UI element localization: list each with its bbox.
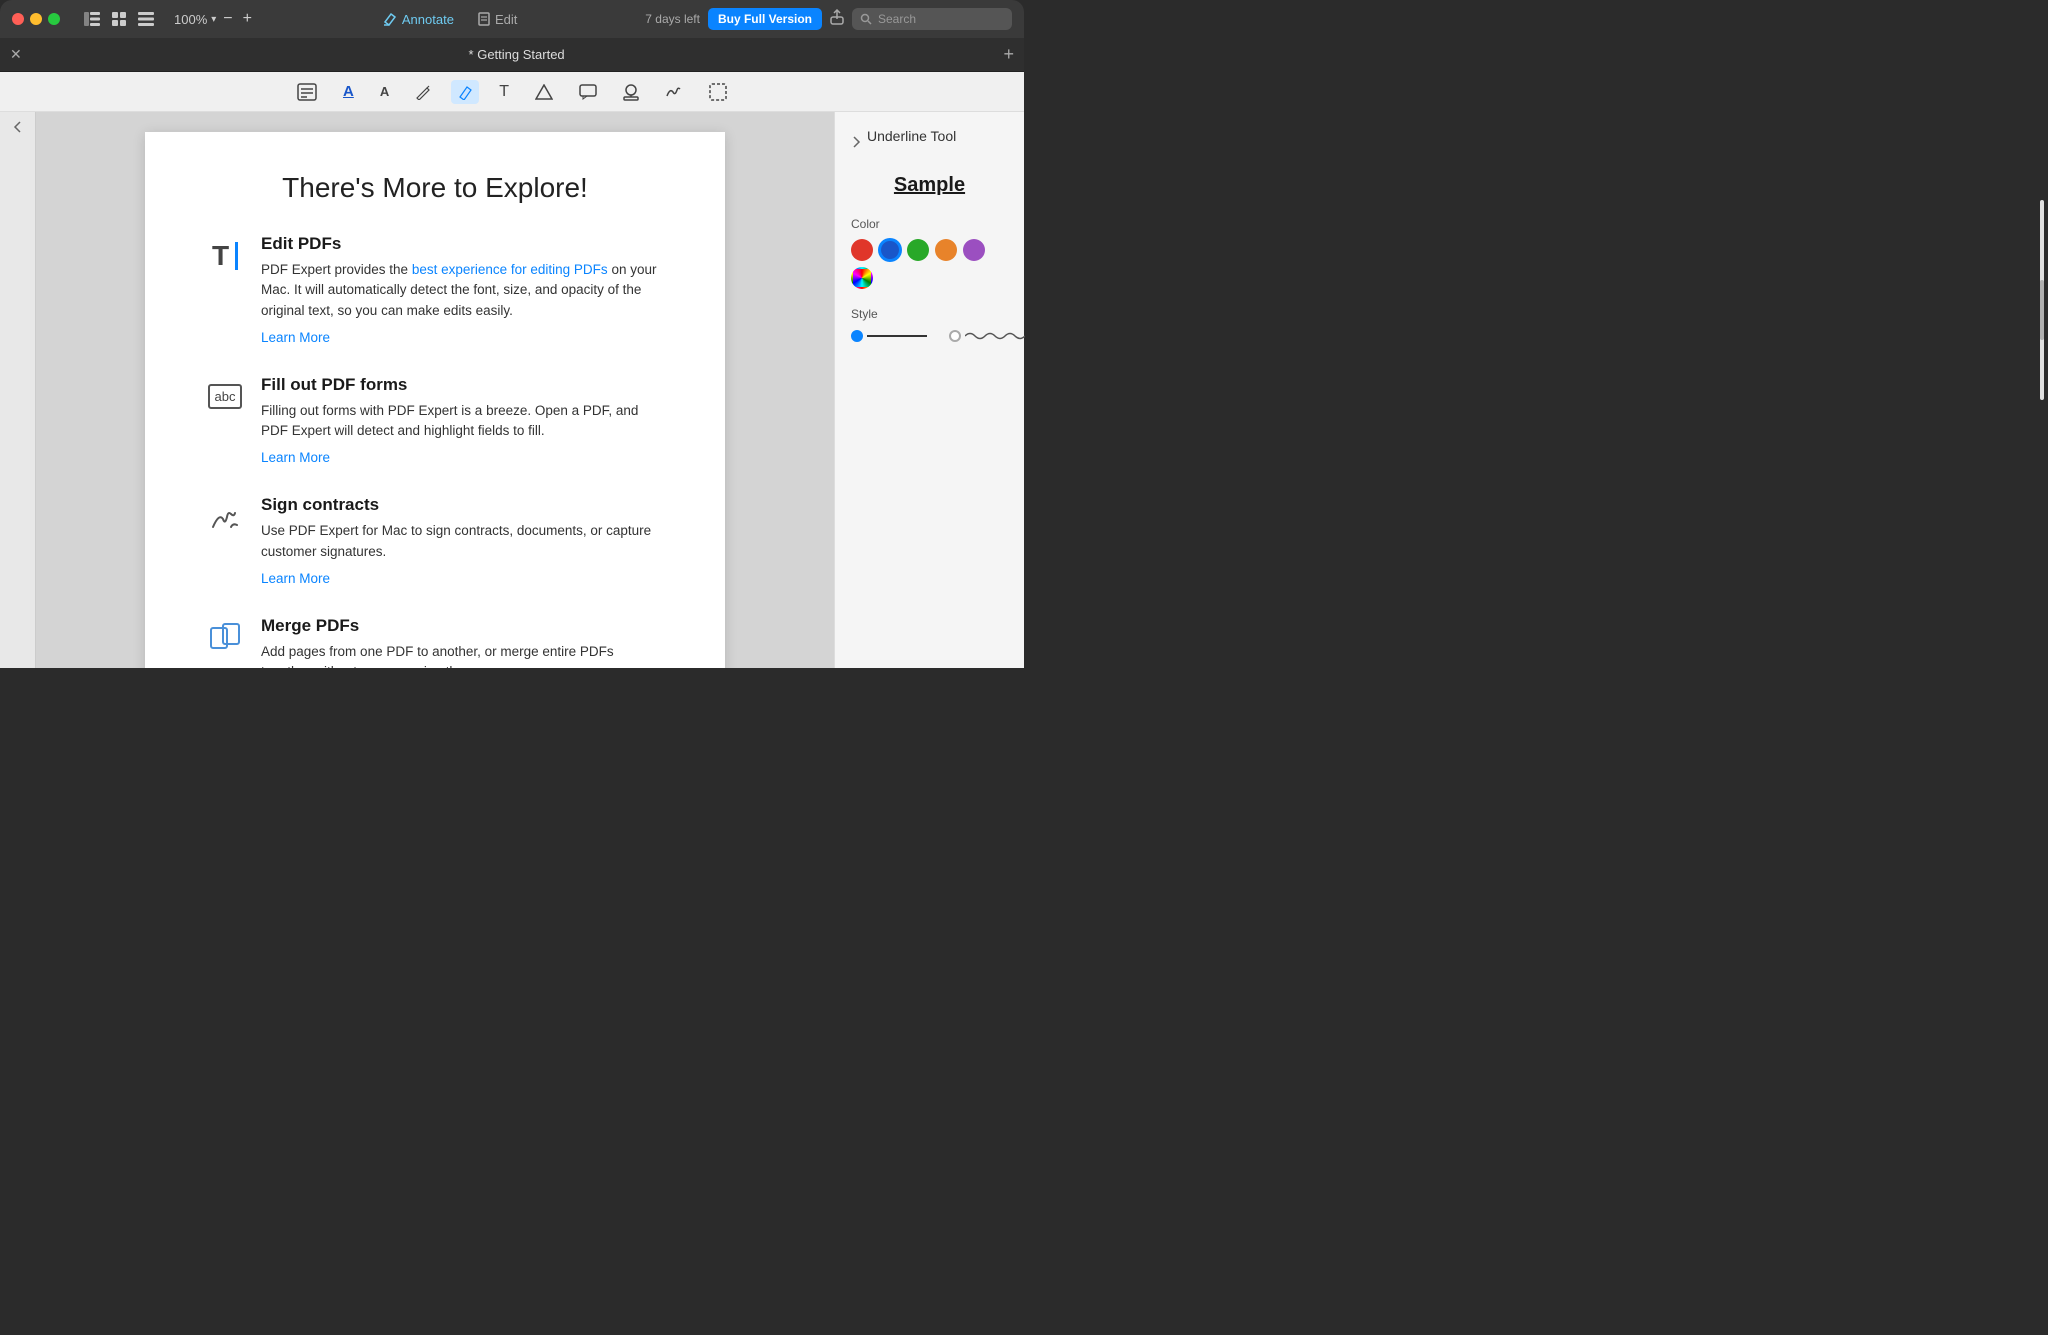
edit-pdfs-title: Edit PDFs	[261, 234, 665, 254]
style-wavy-line	[965, 329, 1025, 343]
minimize-button[interactable]	[30, 13, 42, 25]
fill-forms-title: Fill out PDF forms	[261, 375, 665, 395]
close-button[interactable]	[12, 13, 24, 25]
color-swatch-purple[interactable]	[963, 239, 985, 261]
sign-contracts-content: Sign contracts Use PDF Expert for Mac to…	[261, 495, 665, 588]
sign-contracts-icon	[205, 497, 245, 537]
text-size-tool-btn[interactable]: A	[374, 80, 395, 103]
style-solid-option[interactable]	[851, 330, 927, 342]
search-input[interactable]	[852, 8, 1012, 30]
shape-tool-btn[interactable]	[529, 80, 559, 104]
merge-pdfs-icon	[205, 618, 245, 658]
merge-pdfs-content: Merge PDFs Add pages from one PDF to ano…	[261, 616, 665, 668]
text-box-tool-btn[interactable]: T	[493, 79, 515, 105]
feature-header-merge-pdfs: Merge PDFs Add pages from one PDF to ano…	[205, 616, 665, 668]
document-page: There's More to Explore! T Edit PDFs PDF…	[145, 132, 725, 668]
titlebar-right: 7 days left Buy Full Version	[645, 8, 1012, 30]
style-solid-line	[867, 335, 927, 337]
tabbar: ✕ * Getting Started +	[0, 38, 1024, 72]
merge-pdfs-title: Merge PDFs	[261, 616, 665, 636]
titlebar: 100% ▾ − + Annotate Edit 7 days left Buy…	[0, 0, 1024, 38]
feature-merge-pdfs: Merge PDFs Add pages from one PDF to ano…	[205, 616, 665, 668]
color-swatch-blue[interactable]	[879, 239, 901, 261]
zoom-decrease-btn[interactable]: −	[220, 10, 235, 28]
edit-pdfs-link[interactable]: best experience for editing PDFs	[412, 262, 608, 277]
style-solid-radio[interactable]	[851, 330, 863, 342]
color-swatch-orange[interactable]	[935, 239, 957, 261]
fill-forms-content: Fill out PDF forms Filling out forms wit…	[261, 375, 665, 468]
edit-pdfs-content: Edit PDFs PDF Expert provides the best e…	[261, 234, 665, 347]
sample-text: Sample	[851, 174, 1008, 197]
highlight-tool-btn[interactable]	[451, 80, 479, 104]
fill-forms-learn-more[interactable]: Learn More	[261, 450, 330, 465]
buy-full-version-btn[interactable]: Buy Full Version	[708, 8, 822, 30]
panel-title: Underline Tool	[867, 126, 956, 144]
main-area: There's More to Explore! T Edit PDFs PDF…	[0, 112, 1024, 668]
sign-contracts-title: Sign contracts	[261, 495, 665, 515]
edit-pdfs-icon: T	[205, 236, 245, 276]
text-color-tool-btn[interactable]: A	[337, 79, 360, 104]
fill-forms-desc: Filling out forms with PDF Expert is a b…	[261, 401, 665, 442]
fullscreen-button[interactable]	[48, 13, 60, 25]
chevron-down-icon: ▾	[211, 14, 216, 25]
right-panel: Underline Tool Sample Color Style	[834, 112, 1024, 668]
select-tool-btn[interactable]	[703, 79, 733, 105]
document-area: There's More to Explore! T Edit PDFs PDF…	[36, 112, 834, 668]
share-btn[interactable]	[830, 9, 844, 30]
zoom-level: 100%	[174, 12, 207, 27]
style-wavy-option[interactable]	[949, 329, 1025, 343]
panel-collapse-btn[interactable]	[851, 135, 861, 152]
list-view-btn[interactable]	[134, 10, 158, 28]
search-icon	[860, 13, 872, 25]
feature-header-sign-contracts: Sign contracts Use PDF Expert for Mac to…	[205, 495, 665, 588]
left-sidebar	[0, 112, 36, 668]
style-options	[851, 329, 1008, 343]
feature-fill-forms: abc Fill out PDF forms Filling out forms…	[205, 375, 665, 468]
sign-contracts-learn-more[interactable]: Learn More	[261, 571, 330, 586]
sidebar-toggle-btn[interactable]	[80, 10, 104, 28]
scrollbar-track	[2040, 200, 2044, 400]
stamp-tool-btn[interactable]	[617, 79, 645, 105]
fill-forms-icon: abc	[205, 377, 245, 417]
zoom-control: 100% ▾ − +	[174, 10, 255, 28]
titlebar-center: Annotate Edit	[263, 12, 637, 27]
grid-view-btn[interactable]	[108, 10, 130, 28]
edit-pdfs-learn-more[interactable]: Learn More	[261, 330, 330, 345]
color-swatch-red[interactable]	[851, 239, 873, 261]
style-label: Style	[851, 307, 1008, 321]
signature-tool-btn[interactable]	[659, 80, 689, 104]
edit-pdfs-desc: PDF Expert provides the best experience …	[261, 260, 665, 321]
tab-title: * Getting Started	[30, 47, 1004, 62]
style-wavy-radio[interactable]	[949, 330, 961, 342]
feature-header-fill-forms: abc Fill out PDF forms Filling out forms…	[205, 375, 665, 468]
color-swatch-green[interactable]	[907, 239, 929, 261]
tab-close-btn[interactable]: ✕	[10, 46, 22, 63]
text-area-tool-btn[interactable]	[291, 79, 323, 105]
color-swatch-rainbow[interactable]	[851, 267, 873, 289]
document-main-title: There's More to Explore!	[205, 172, 665, 204]
color-label: Color	[851, 217, 1008, 231]
color-swatches	[851, 239, 1008, 289]
feature-header-edit-pdfs: T Edit PDFs PDF Expert provides the best…	[205, 234, 665, 347]
annotation-toolbar: A A T	[0, 72, 1024, 112]
traffic-lights	[12, 13, 60, 25]
left-sidebar-collapse-btn[interactable]	[13, 120, 23, 137]
merge-pdfs-desc: Add pages from one PDF to another, or me…	[261, 642, 665, 668]
scrollbar-thumb[interactable]	[2040, 280, 2044, 340]
zoom-increase-btn[interactable]: +	[240, 10, 255, 28]
sign-contracts-desc: Use PDF Expert for Mac to sign contracts…	[261, 521, 665, 562]
annotate-btn[interactable]: Annotate	[383, 12, 454, 27]
sidebar-toggle-group	[80, 10, 158, 28]
pencil-tool-btn[interactable]	[409, 80, 437, 104]
feature-sign-contracts: Sign contracts Use PDF Expert for Mac to…	[205, 495, 665, 588]
edit-btn[interactable]: Edit	[478, 12, 517, 27]
days-left-label: 7 days left	[645, 12, 700, 26]
tab-add-btn[interactable]: +	[1003, 44, 1014, 65]
feature-edit-pdfs: T Edit PDFs PDF Expert provides the best…	[205, 234, 665, 347]
comment-tool-btn[interactable]	[573, 80, 603, 104]
